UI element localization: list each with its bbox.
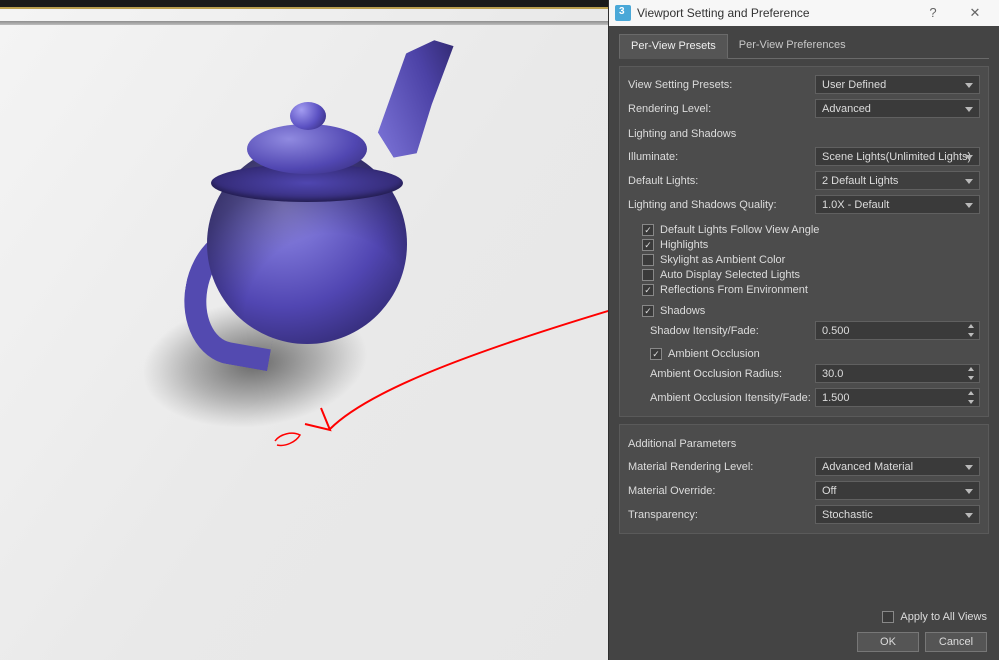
help-button[interactable]: ?: [915, 1, 951, 25]
rendering-level-label: Rendering Level:: [628, 103, 815, 115]
close-button[interactable]: ✕: [957, 1, 993, 25]
viewport-settings-dialog: Viewport Setting and Preference ? ✕ Per-…: [608, 0, 999, 660]
transparency-dropdown[interactable]: Stochastic: [815, 505, 980, 524]
shadow-intensity-spinner[interactable]: 0.500: [815, 321, 980, 340]
material-level-dropdown[interactable]: Advanced Material: [815, 457, 980, 476]
presets-group: View Setting Presets: User Defined Rende…: [619, 66, 989, 417]
default-lights-dropdown: 2 Default Lights: [815, 171, 980, 190]
lighting-shadows-header: Lighting and Shadows: [628, 128, 980, 140]
ao-radius-spinner[interactable]: 30.0: [815, 364, 980, 383]
teapot-knob: [290, 102, 326, 130]
tab-per-view-presets[interactable]: Per-View Presets: [619, 34, 728, 59]
ao-radius-label: Ambient Occlusion Radius:: [650, 368, 815, 380]
app-icon: [615, 5, 631, 21]
teapot[interactable]: [135, 64, 455, 384]
chk-apply-all-views[interactable]: Apply to All Views: [882, 611, 987, 623]
ao-fade-label: Ambient Occlusion Itensity/Fade:: [650, 392, 815, 404]
chk-ambient-occlusion[interactable]: Ambient Occlusion: [628, 348, 980, 360]
material-override-label: Material Override:: [628, 485, 815, 497]
dialog-footer: Apply to All Views OK Cancel: [621, 608, 987, 652]
chk-shadows[interactable]: Shadows: [628, 305, 980, 317]
view-setting-presets-label: View Setting Presets:: [628, 79, 815, 91]
view-setting-presets-dropdown[interactable]: User Defined: [815, 75, 980, 94]
illuminate-label: Illuminate:: [628, 151, 815, 163]
viewport-render[interactable]: [0, 9, 608, 660]
chk-reflections[interactable]: Reflections From Environment: [628, 284, 980, 296]
illuminate-dropdown[interactable]: Scene Lights(Unlimited Lights): [815, 147, 980, 166]
ao-fade-spinner[interactable]: 1.500: [815, 388, 980, 407]
default-lights-label: Default Lights:: [628, 175, 815, 187]
chk-follow-view[interactable]: Default Lights Follow View Angle: [628, 224, 980, 236]
additional-params-group: Additional Parameters Material Rendering…: [619, 424, 989, 534]
quality-dropdown[interactable]: 1.0X - Default: [815, 195, 980, 214]
rendering-level-dropdown[interactable]: Advanced: [815, 99, 980, 118]
tabs: Per-View Presets Per-View Preferences: [619, 34, 989, 59]
cancel-button[interactable]: Cancel: [925, 632, 987, 652]
additional-params-header: Additional Parameters: [628, 438, 980, 450]
material-level-label: Material Rendering Level:: [628, 461, 815, 473]
transparency-label: Transparency:: [628, 509, 815, 521]
shadow-intensity-label: Shadow Itensity/Fade:: [650, 325, 815, 337]
ok-button[interactable]: OK: [857, 632, 919, 652]
chk-auto-display[interactable]: Auto Display Selected Lights: [628, 269, 980, 281]
material-override-dropdown[interactable]: Off: [815, 481, 980, 500]
tab-per-view-preferences[interactable]: Per-View Preferences: [728, 34, 857, 58]
horizon: [0, 21, 608, 25]
quality-label: Lighting and Shadows Quality:: [628, 199, 815, 211]
titlebar[interactable]: Viewport Setting and Preference ? ✕: [609, 0, 999, 26]
chk-highlights[interactable]: Highlights: [628, 239, 980, 251]
teapot-spout: [350, 30, 494, 169]
window-title: Viewport Setting and Preference: [637, 6, 909, 20]
teapot-lid: [247, 124, 367, 174]
chk-skylight[interactable]: Skylight as Ambient Color: [628, 254, 980, 266]
viewport[interactable]: [0, 0, 608, 660]
